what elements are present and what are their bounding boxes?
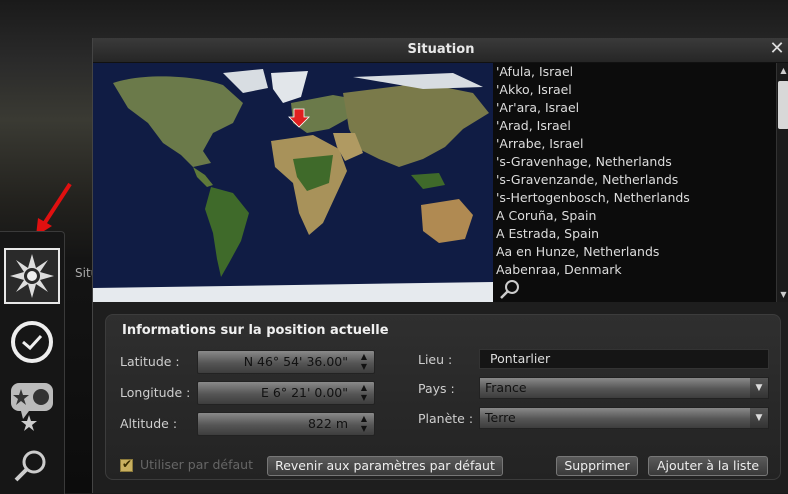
longitude-value: E 6° 21' 0.00" bbox=[261, 385, 348, 400]
list-scrollbar[interactable]: ▲ ▼ bbox=[776, 63, 788, 302]
location-list-item[interactable]: 'Akko, Israel bbox=[496, 81, 776, 99]
planet-label: Planète : bbox=[418, 411, 474, 426]
country-value: France bbox=[485, 380, 527, 395]
scroll-down-arrow[interactable]: ▼ bbox=[778, 289, 788, 300]
country-select[interactable]: France ▼ bbox=[479, 377, 769, 399]
sky-view-icon bbox=[11, 383, 53, 431]
search-icon bbox=[14, 450, 46, 482]
check-icon: ✔ bbox=[122, 457, 133, 471]
latitude-stepper[interactable]: ▲ ▼ bbox=[357, 352, 371, 372]
delete-button[interactable]: Supprimer bbox=[556, 456, 638, 476]
chevron-down-icon[interactable]: ▼ bbox=[750, 378, 768, 398]
reset-default-button[interactable]: Revenir aux paramètres par défaut bbox=[267, 456, 503, 476]
world-map-image bbox=[93, 63, 493, 302]
location-list-item[interactable]: 'Arrabe, Israel bbox=[496, 135, 776, 153]
situation-window: Situation ✕ 'Afula, Israel 'Akko, Israel… bbox=[92, 38, 788, 493]
datetime-window-button[interactable] bbox=[4, 314, 60, 370]
altitude-stepper[interactable]: ▲ ▼ bbox=[357, 414, 371, 434]
location-list-item[interactable]: 's-Gravenzande, Netherlands bbox=[496, 171, 776, 189]
sky-view-window-button[interactable] bbox=[4, 378, 60, 434]
scroll-up-arrow[interactable]: ▲ bbox=[778, 65, 788, 76]
close-icon[interactable]: ✕ bbox=[767, 39, 787, 59]
location-icon bbox=[10, 254, 54, 298]
left-toolbar bbox=[0, 231, 65, 494]
up-arrow-icon[interactable]: ▲ bbox=[357, 383, 371, 393]
location-list-item[interactable]: 's-Hertogenbosch, Netherlands bbox=[496, 189, 776, 207]
latitude-value: N 46° 54' 36.00" bbox=[243, 354, 348, 369]
window-titlebar[interactable]: Situation ✕ bbox=[93, 38, 788, 63]
planet-value: Terre bbox=[485, 410, 516, 425]
place-field[interactable]: Pontarlier bbox=[479, 349, 769, 369]
window-title: Situation bbox=[407, 42, 475, 57]
panel-title: Informations sur la position actuelle bbox=[122, 323, 389, 338]
location-list-item[interactable]: Aabenraa, Denmark bbox=[496, 261, 776, 279]
chevron-down-icon[interactable]: ▼ bbox=[750, 408, 768, 428]
clock-icon bbox=[11, 321, 53, 363]
location-list-item[interactable]: Aa en Hunze, Netherlands bbox=[496, 243, 776, 261]
use-default-checkbox[interactable]: ✔ bbox=[120, 457, 133, 472]
location-list-item[interactable]: 's-Gravenhage, Netherlands bbox=[496, 153, 776, 171]
current-location-panel: Informations sur la position actuelle La… bbox=[105, 314, 781, 480]
location-list[interactable]: 'Afula, Israel 'Akko, Israel 'Ar'ara, Isra… bbox=[493, 63, 776, 302]
down-arrow-icon[interactable]: ▼ bbox=[357, 362, 371, 372]
search-window-button[interactable] bbox=[4, 438, 60, 494]
longitude-spinbox[interactable]: E 6° 21' 0.00" ▲ ▼ bbox=[197, 381, 375, 405]
down-arrow-icon[interactable]: ▼ bbox=[357, 424, 371, 434]
location-list-items: 'Afula, Israel 'Akko, Israel 'Ar'ara, Isra… bbox=[493, 63, 776, 279]
place-label: Lieu : bbox=[418, 352, 453, 367]
altitude-spinbox[interactable]: 822 m ▲ ▼ bbox=[197, 412, 375, 436]
use-default-label: Utiliser par défaut bbox=[140, 457, 254, 472]
up-arrow-icon[interactable]: ▲ bbox=[357, 414, 371, 424]
altitude-label: Altitude : bbox=[120, 416, 178, 431]
location-list-item[interactable]: 'Arad, Israel bbox=[496, 117, 776, 135]
world-map[interactable] bbox=[93, 63, 493, 302]
location-list-item[interactable]: 'Ar'ara, Israel bbox=[496, 99, 776, 117]
location-list-item[interactable]: A Estrada, Spain bbox=[496, 225, 776, 243]
altitude-value: 822 m bbox=[307, 416, 348, 431]
list-search-icon[interactable] bbox=[499, 278, 521, 300]
longitude-stepper[interactable]: ▲ ▼ bbox=[357, 383, 371, 403]
planet-select[interactable]: Terre ▼ bbox=[479, 407, 769, 429]
latitude-label: Latitude : bbox=[120, 354, 180, 369]
latitude-spinbox[interactable]: N 46° 54' 36.00" ▲ ▼ bbox=[197, 350, 375, 374]
add-to-list-button[interactable]: Ajouter à la liste bbox=[648, 456, 768, 476]
scroll-thumb[interactable] bbox=[778, 81, 788, 129]
up-arrow-icon[interactable]: ▲ bbox=[357, 352, 371, 362]
down-arrow-icon[interactable]: ▼ bbox=[357, 393, 371, 403]
location-window-button[interactable] bbox=[4, 248, 60, 304]
location-list-item[interactable]: 'Afula, Israel bbox=[496, 63, 776, 81]
location-list-item[interactable]: A Coruña, Spain bbox=[496, 207, 776, 225]
longitude-label: Longitude : bbox=[120, 385, 191, 400]
country-label: Pays : bbox=[418, 381, 455, 396]
